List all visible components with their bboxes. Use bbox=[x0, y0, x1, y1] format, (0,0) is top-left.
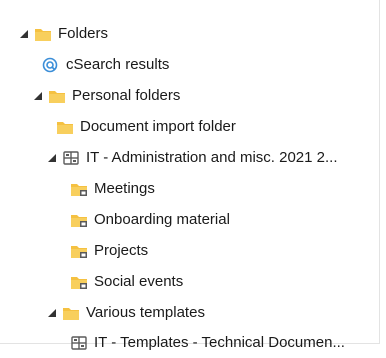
tree-item-csearch-results[interactable]: cSearch results bbox=[42, 50, 169, 80]
tree-item-label: IT - Administration and misc. 2021 2... bbox=[86, 149, 338, 166]
tree-item-label: Onboarding material bbox=[94, 211, 230, 228]
folder-icon bbox=[62, 305, 80, 321]
tree-item-various-templates[interactable]: Various templates bbox=[47, 298, 205, 328]
tree-item-label: Various templates bbox=[86, 304, 205, 321]
expand-collapse-icon[interactable] bbox=[47, 308, 57, 318]
expand-collapse-icon[interactable] bbox=[33, 91, 43, 101]
tree-item-label: Meetings bbox=[94, 180, 155, 197]
shared-folder-icon bbox=[70, 274, 88, 290]
folder-icon bbox=[48, 88, 66, 104]
tree-item-folders[interactable]: Folders bbox=[19, 19, 108, 49]
tree-item-label: Projects bbox=[94, 242, 149, 259]
folder-icon bbox=[34, 26, 52, 42]
expand-collapse-icon[interactable] bbox=[19, 29, 29, 39]
tree-item-social-events[interactable]: Social events bbox=[70, 267, 183, 297]
tree-item-label: Personal folders bbox=[72, 87, 181, 104]
tree-item-it-administration[interactable]: IT - Administration and misc. 2021 2... bbox=[47, 143, 338, 173]
folder-tree-panel: Folders cSearch results Personal folders… bbox=[0, 0, 380, 351]
tree-item-label: Folders bbox=[58, 25, 109, 42]
tree-item-onboarding-material[interactable]: Onboarding material bbox=[70, 205, 230, 235]
tree-item-label: Social events bbox=[94, 273, 184, 290]
folder-icon bbox=[56, 119, 74, 135]
expand-collapse-icon[interactable] bbox=[47, 153, 57, 163]
tree-item-label: Document import folder bbox=[80, 118, 236, 135]
shared-folder-icon bbox=[70, 181, 88, 197]
tree-item-meetings[interactable]: Meetings bbox=[70, 174, 155, 204]
tree-item-it-templates[interactable]: IT - Templates - Technical Documen... bbox=[70, 328, 345, 358]
tree-item-label: IT - Templates - Technical Documen... bbox=[94, 334, 345, 351]
shared-folder-icon bbox=[70, 243, 88, 259]
tree-item-label: cSearch results bbox=[66, 56, 170, 73]
workspace-icon bbox=[62, 150, 80, 166]
tree-item-personal-folders[interactable]: Personal folders bbox=[33, 81, 180, 111]
shared-folder-icon bbox=[70, 212, 88, 228]
tree-item-projects[interactable]: Projects bbox=[70, 236, 148, 266]
tree-item-document-import-folder[interactable]: Document import folder bbox=[56, 112, 236, 142]
csearch-icon bbox=[42, 57, 60, 73]
workspace-icon bbox=[70, 335, 88, 351]
